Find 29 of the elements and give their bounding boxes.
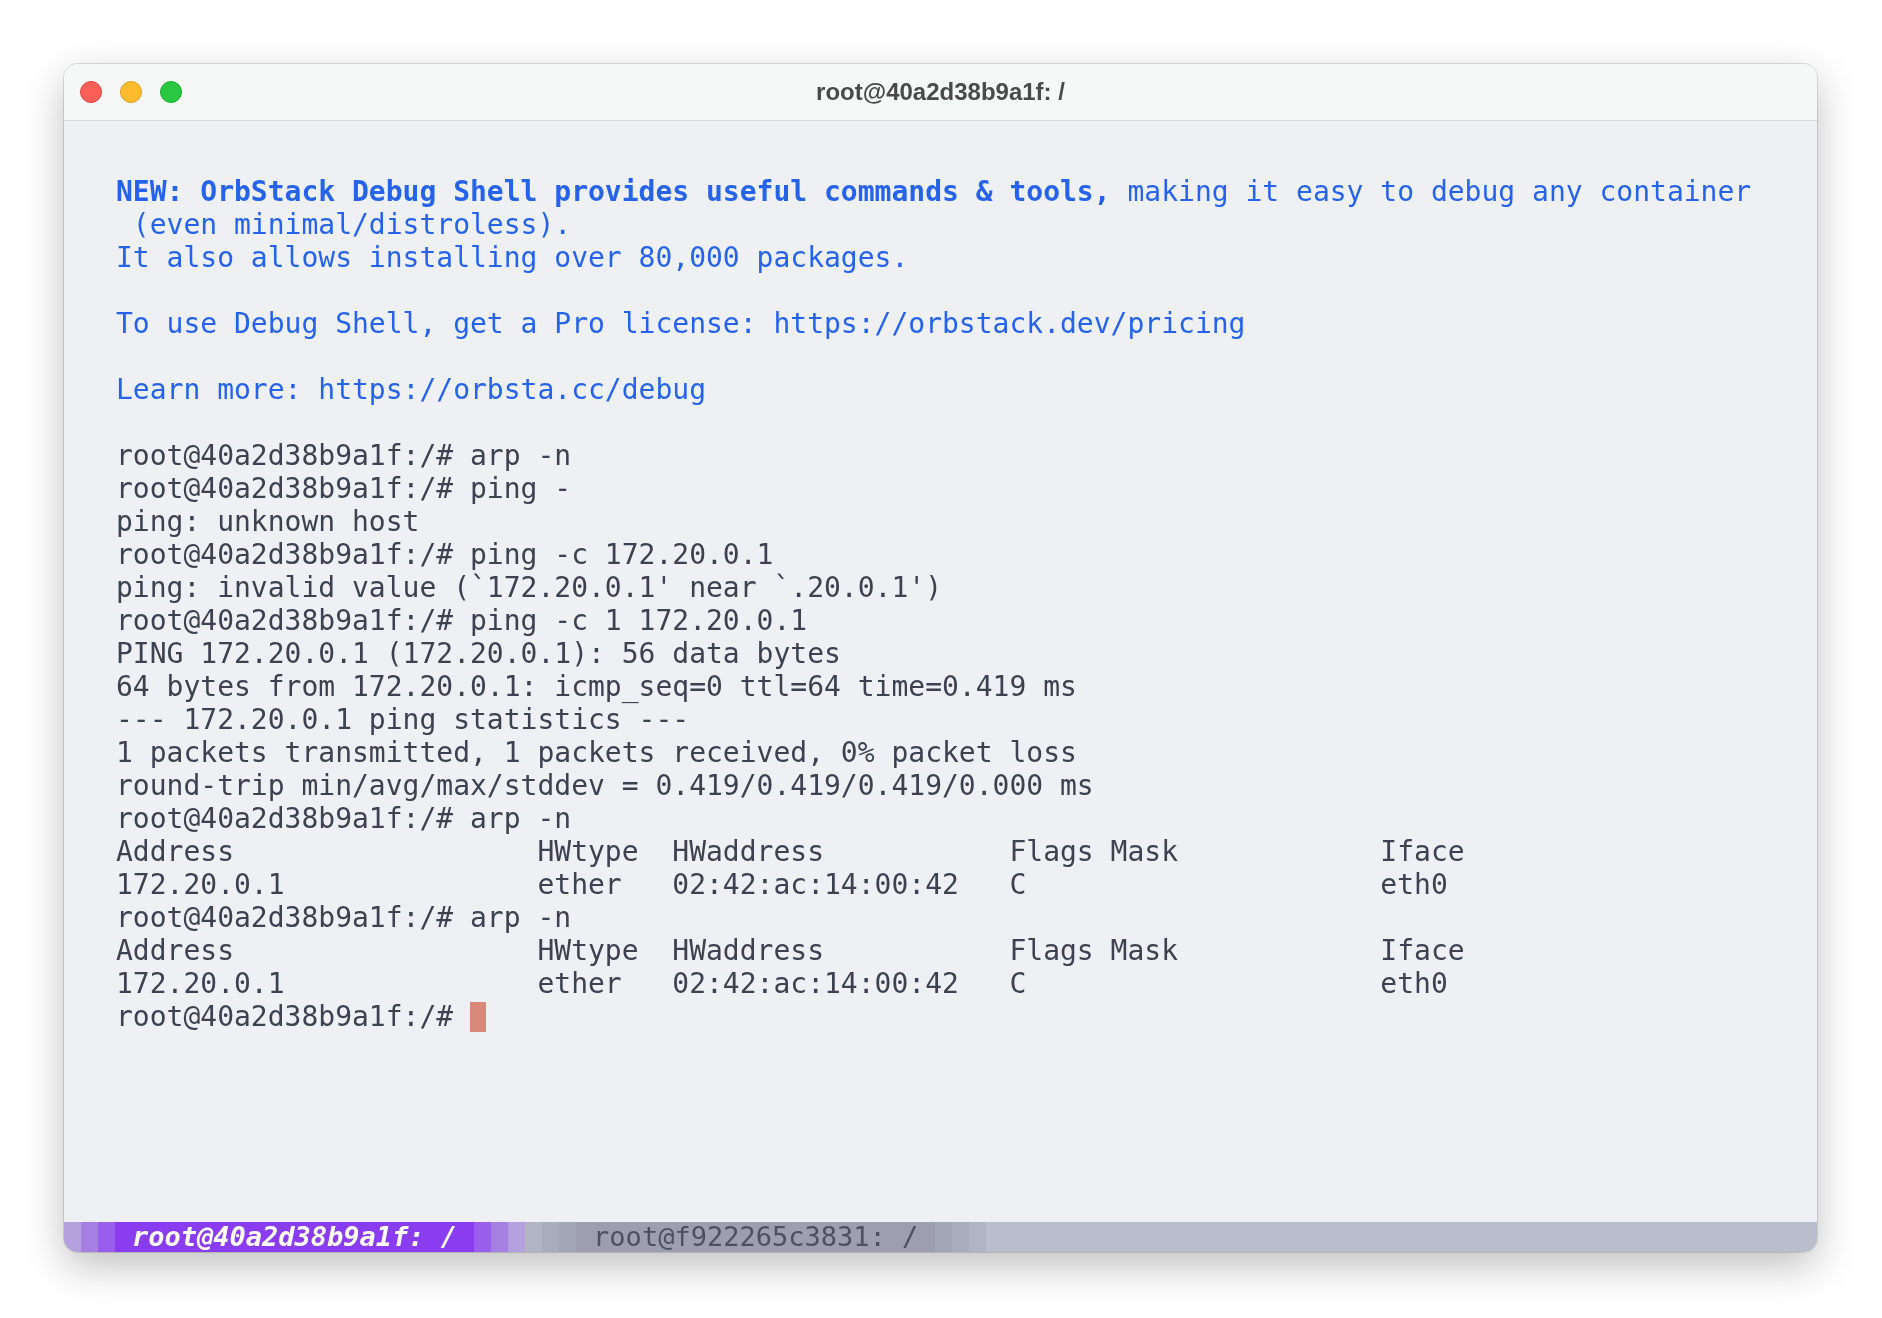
notice-line: Learn more: https://orbsta.cc/debug — [116, 373, 706, 406]
window-title: root@40a2d38b9a1f: / — [816, 78, 1065, 106]
terminal-line: round-trip min/avg/max/stddev = 0.419/0.419/0.419/0.000 ms — [116, 769, 1094, 802]
terminal-line: root@40a2d38b9a1f:/# arp -n — [116, 901, 572, 934]
terminal-line: ping: invalid value (`172.20.0.1' near `.20.0.1') — [116, 571, 942, 604]
terminal-line: root@40a2d38b9a1f:/# arp -n — [116, 439, 572, 472]
notice-line: It also allows installing over 80,000 packages. — [116, 241, 909, 274]
terminal-line: 1 packets transmitted, 1 packets received, 0% packet loss — [116, 736, 1077, 769]
terminal-line: 172.20.0.1 ether 02:42:ac:14:00:42 C eth0 — [116, 967, 1448, 1000]
notice-line: NEW: OrbStack Debug Shell provides useful commands & tools, making it easy to debug any container — [116, 175, 1752, 208]
terminal-line: ping: unknown host — [116, 505, 420, 538]
terminal-line: Address HWtype HWaddress Flags Mask Iface — [116, 835, 1465, 868]
terminal-line: 64 bytes from 172.20.0.1: icmp_seq=0 ttl=64 time=0.419 ms — [116, 670, 1077, 703]
terminal-line: 172.20.0.1 ether 02:42:ac:14:00:42 C eth0 — [116, 868, 1448, 901]
minimize-icon[interactable] — [120, 81, 142, 103]
terminal-line: root@40a2d38b9a1f:/# arp -n — [116, 802, 572, 835]
terminal-line: root@40a2d38b9a1f:/# ping - — [116, 472, 572, 505]
terminal-line: root@40a2d38b9a1f:/# ping -c 1 172.20.0.1 — [116, 604, 808, 637]
notice-line: To use Debug Shell, get a Pro license: https://orbstack.dev/pricing — [116, 307, 1246, 340]
terminal-tab[interactable]: root@40a2d38b9a1f: / — [64, 1222, 526, 1252]
terminal-line: Address HWtype HWaddress Flags Mask Iface — [116, 934, 1465, 967]
terminal-tab[interactable]: root@f922265c3831: / — [525, 1222, 987, 1252]
zoom-icon[interactable] — [160, 81, 182, 103]
notice-line: (even minimal/distroless). — [131, 208, 572, 241]
terminal-line: --- 172.20.0.1 ping statistics --- — [116, 703, 690, 736]
terminal-line: root@40a2d38b9a1f:/# — [116, 1000, 455, 1033]
terminal-line: PING 172.20.0.1 (172.20.0.1): 56 data bytes — [116, 637, 841, 670]
close-icon[interactable] — [80, 81, 102, 103]
terminal-line: root@40a2d38b9a1f:/# ping -c 172.20.0.1 — [116, 538, 774, 571]
